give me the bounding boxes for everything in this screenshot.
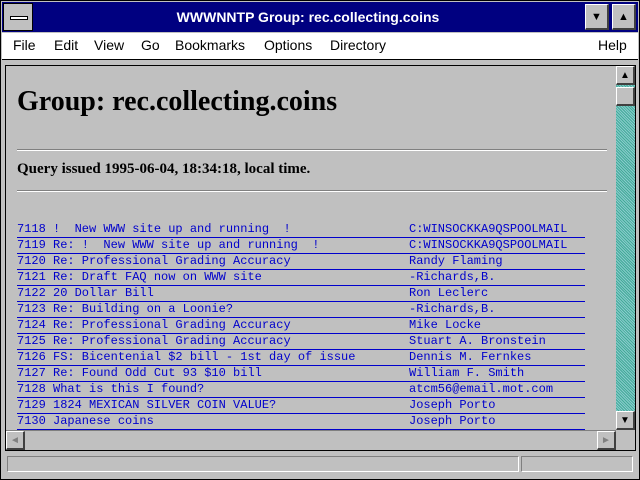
status-bar (5, 453, 636, 475)
article-subject[interactable]: 7120 Re: Professional Grading Accuracy (17, 254, 291, 269)
article-author[interactable]: -Richards,B. (409, 302, 495, 317)
minimize-icon: ▼ (591, 10, 602, 23)
system-menu-icon (10, 16, 28, 20)
menu-options[interactable]: Options (264, 37, 312, 53)
article-author[interactable]: C:WINSOCKKA9QSPOOLMAIL (409, 238, 567, 253)
system-menu-button[interactable] (3, 3, 33, 31)
scroll-up-button[interactable]: ▲ (616, 66, 635, 85)
progress-panel (521, 456, 633, 472)
article-subject[interactable]: 7122 20 Dollar Bill (17, 286, 154, 301)
article-link[interactable]: 7122 20 Dollar Bill Ron Leclerc (17, 286, 585, 302)
arrow-left-icon: ◄ (10, 434, 20, 446)
article-subject[interactable]: 7126 FS: Bicentenial $2 bill - 1st day o… (17, 350, 355, 365)
page-title: Group: rec.collecting.coins (17, 86, 338, 117)
article-subject[interactable]: 7123 Re: Building on a Loonie? (17, 302, 233, 317)
article-link[interactable]: 7128 What is this I found? atcm56@email.m… (17, 382, 585, 398)
article-subject[interactable]: 7124 Re: Professional Grading Accuracy (17, 318, 291, 333)
article-author[interactable]: C:WINSOCKKA9QSPOOLMAIL (409, 222, 567, 237)
minimize-button[interactable]: ▼ (585, 4, 609, 30)
article-subject[interactable]: 7119 Re: ! New WWW site up and running ! (17, 238, 319, 253)
article-subject[interactable]: 7118 ! New WWW site up and running ! (17, 222, 291, 237)
divider (17, 190, 607, 192)
browser-window: WWWNNTP Group: rec.collecting.coins ▼ ▲ … (0, 0, 640, 480)
article-link[interactable]: 7124 Re: Professional Grading Accuracy Mi… (17, 318, 585, 334)
arrow-down-icon: ▼ (620, 414, 630, 426)
article-subject[interactable]: 7121 Re: Draft FAQ now on WWW site (17, 270, 262, 285)
scrollbar-corner (616, 430, 635, 450)
menu-bar: File Edit View Go Bookmarks Options Dire… (2, 33, 638, 60)
maximize-icon: ▲ (618, 10, 629, 23)
article-link[interactable]: 7121 Re: Draft FAQ now on WWW site -Richa… (17, 270, 585, 286)
article-link[interactable]: 7130 Japanese coins Joseph Porto (17, 414, 585, 430)
scroll-left-button[interactable]: ◄ (6, 431, 25, 450)
scroll-right-button[interactable]: ► (597, 431, 616, 450)
menu-help[interactable]: Help (598, 37, 627, 53)
menu-file[interactable]: File (13, 37, 36, 53)
arrow-right-icon: ► (601, 434, 611, 446)
title-bar[interactable]: WWWNNTP Group: rec.collecting.coins ▼ ▲ (2, 2, 638, 32)
menu-bookmarks[interactable]: Bookmarks (175, 37, 245, 53)
window-title: WWWNNTP Group: rec.collecting.coins (176, 9, 440, 25)
article-author[interactable]: Stuart A. Bronstein (409, 334, 546, 349)
article-subject[interactable]: 7128 What is this I found? (17, 382, 204, 397)
maximize-button[interactable]: ▲ (612, 4, 636, 30)
article-author[interactable]: William F. Smith (409, 366, 524, 381)
scroll-down-button[interactable]: ▼ (616, 411, 635, 430)
document-view: Group: rec.collecting.coins Query issued… (6, 66, 616, 430)
vertical-scrollbar[interactable]: ▲ ▼ (616, 66, 635, 430)
status-text-panel (7, 456, 519, 472)
menu-view[interactable]: View (94, 37, 124, 53)
divider (17, 149, 607, 151)
content-frame: Group: rec.collecting.coins Query issued… (5, 65, 636, 451)
article-link[interactable]: 7126 FS: Bicentenial $2 bill - 1st day o… (17, 350, 585, 366)
menu-directory[interactable]: Directory (330, 37, 386, 53)
article-link[interactable]: 7129 1824 MEXICAN SILVER COIN VALUE? Jose… (17, 398, 585, 414)
article-subject[interactable]: 7125 Re: Professional Grading Accuracy (17, 334, 291, 349)
article-author[interactable]: Randy Flaming (409, 254, 503, 269)
article-subject[interactable]: 7127 Re: Found Odd Cut 93 $10 bill (17, 366, 262, 381)
article-link[interactable]: 7118 ! New WWW site up and running ! C:WI… (17, 222, 585, 238)
scroll-thumb[interactable] (616, 87, 635, 106)
article-author[interactable]: -Richards,B. (409, 270, 495, 285)
menu-go[interactable]: Go (141, 37, 160, 53)
arrow-up-icon: ▲ (620, 69, 630, 81)
article-subject[interactable]: 7129 1824 MEXICAN SILVER COIN VALUE? (17, 398, 276, 413)
article-link[interactable]: 7127 Re: Found Odd Cut 93 $10 bill Willia… (17, 366, 585, 382)
scroll-track[interactable] (616, 66, 635, 430)
article-author[interactable]: Mike Locke (409, 318, 481, 333)
article-link[interactable]: 7120 Re: Professional Grading Accuracy Ra… (17, 254, 585, 270)
horizontal-scrollbar[interactable]: ◄ ► (6, 430, 616, 450)
article-author[interactable]: Joseph Porto (409, 398, 495, 413)
article-subject[interactable]: 7130 Japanese coins (17, 414, 154, 429)
article-link[interactable]: 7119 Re: ! New WWW site up and running !… (17, 238, 585, 254)
article-link[interactable]: 7123 Re: Building on a Loonie? -Richards,… (17, 302, 585, 318)
article-author[interactable]: Dennis M. Fernkes (409, 350, 531, 365)
article-author[interactable]: Ron Leclerc (409, 286, 488, 301)
query-status: Query issued 1995-06-04, 18:34:18, local… (17, 161, 311, 177)
article-list: 7118 ! New WWW site up and running ! C:WI… (17, 222, 585, 430)
article-link[interactable]: 7125 Re: Professional Grading Accuracy St… (17, 334, 585, 350)
menu-edit[interactable]: Edit (54, 37, 78, 53)
article-author[interactable]: Joseph Porto (409, 414, 495, 429)
article-author[interactable]: atcm56@email.mot.com (409, 382, 553, 397)
